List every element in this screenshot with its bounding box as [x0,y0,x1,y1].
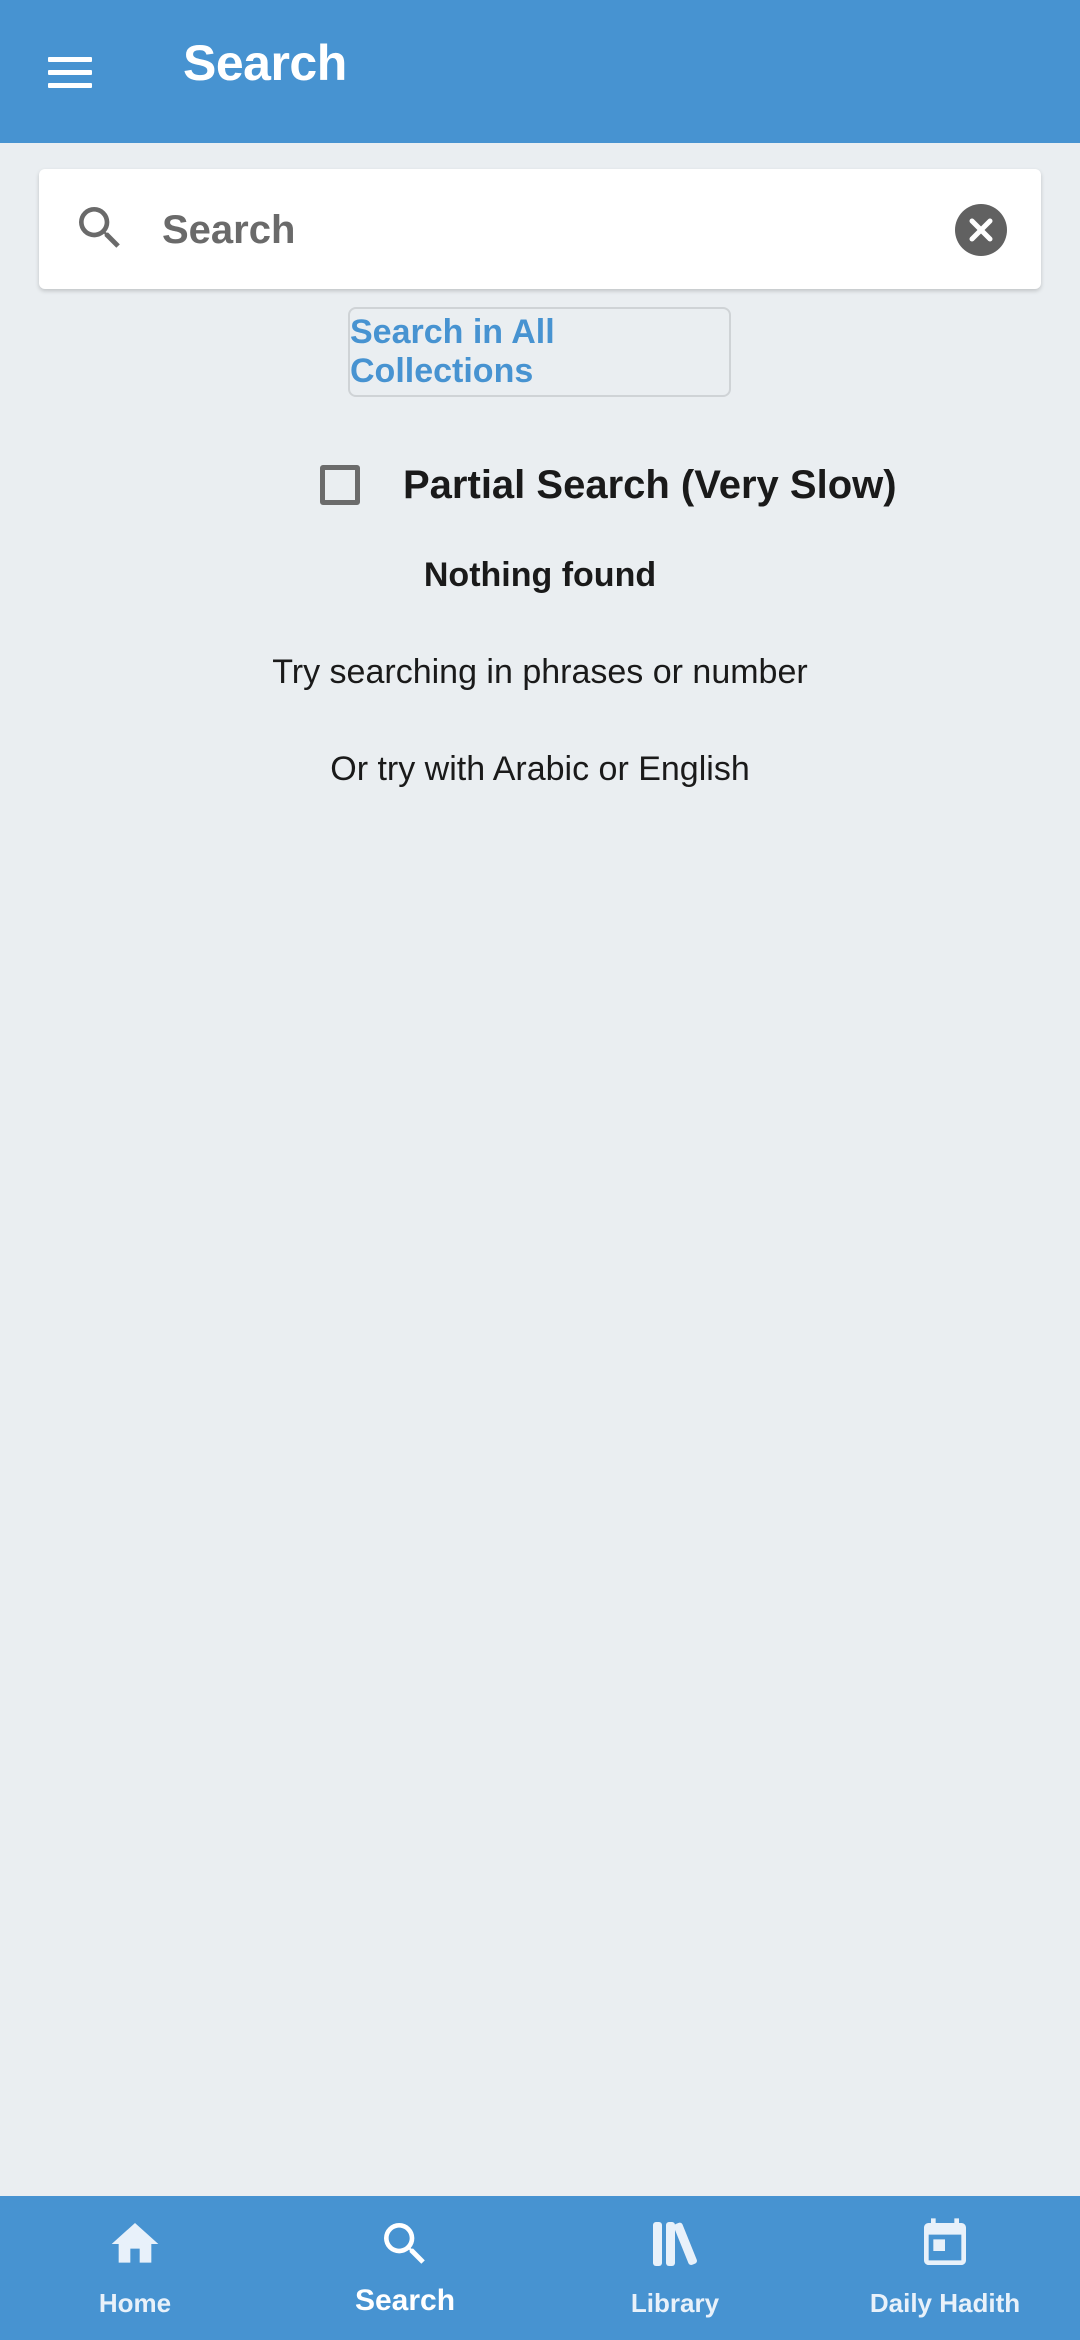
partial-search-option[interactable]: Partial Search (Very Slow) [320,455,897,515]
menu-button[interactable] [40,44,100,100]
empty-state-hint: Or try with Arabic or English [330,750,750,788]
home-icon [107,2216,163,2272]
search-icon [377,2216,433,2272]
page-title: Search [183,35,347,91]
nav-label-daily-hadith: Daily Hadith [869,2288,1021,2318]
nav-item-daily-hadith[interactable]: Daily Hadith [810,2196,1080,2340]
empty-state-hint: Try searching in phrases or number [272,653,808,691]
nav-label-home: Home [98,2288,172,2318]
calendar-icon [917,2216,973,2272]
nav-item-home[interactable]: Home [0,2196,270,2340]
partial-search-label: Partial Search (Very Slow) [403,462,897,507]
search-input[interactable] [160,194,924,266]
app-bar: Search [0,0,1080,143]
nav-label-search: Search [354,2284,456,2317]
clear-search-button[interactable] [955,204,1007,256]
search-icon [72,200,128,256]
clear-circle-icon [969,218,993,242]
nav-item-search[interactable]: Search [270,2196,540,2340]
empty-state-title: Nothing found [423,556,657,594]
partial-search-checkbox[interactable] [320,465,360,505]
nav-label-library: Library [630,2288,720,2318]
nav-item-library[interactable]: Library [540,2196,810,2340]
library-icon [647,2216,703,2272]
search-all-collections-button[interactable]: Search in All Collections [348,307,731,397]
bottom-navigation: Home Search Library Daily Hadith [0,2196,1080,2340]
